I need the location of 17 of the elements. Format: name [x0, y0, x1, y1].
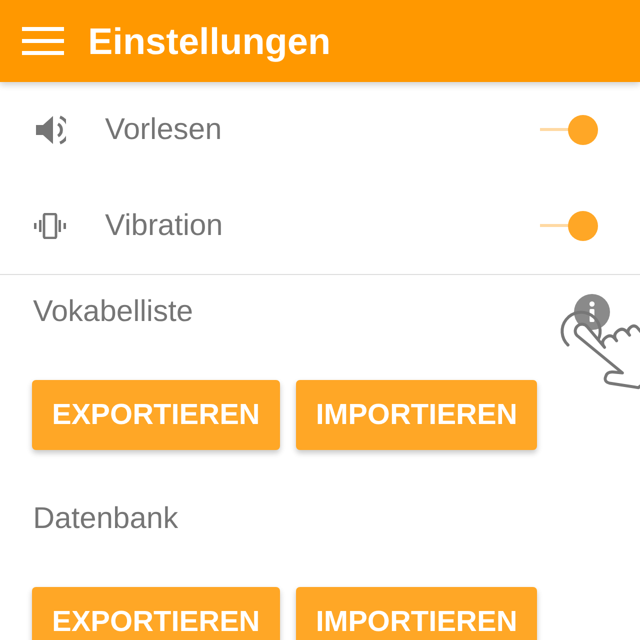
- action-button[interactable]: IMPORTIEREN: [296, 587, 538, 640]
- menu-button[interactable]: [22, 27, 64, 55]
- section-title: Vokabelliste: [33, 297, 194, 327]
- info-button[interactable]: [574, 294, 610, 330]
- action-button[interactable]: IMPORTIEREN: [296, 380, 538, 450]
- setting-label: Vibration: [105, 211, 223, 241]
- speaker-icon: [34, 115, 66, 145]
- section-title: Datenbank: [33, 504, 178, 534]
- menu-icon: [22, 27, 64, 55]
- info-icon: [574, 294, 610, 330]
- action-button[interactable]: EXPORTIEREN: [32, 587, 280, 640]
- setting-label: Vorlesen: [105, 115, 222, 145]
- action-button[interactable]: EXPORTIEREN: [32, 380, 280, 450]
- toggle-switch[interactable]: [540, 115, 598, 145]
- page-title: Einstellungen: [88, 22, 331, 60]
- vibrating-phone-icon: [34, 213, 66, 239]
- toggle-switch[interactable]: [540, 211, 598, 241]
